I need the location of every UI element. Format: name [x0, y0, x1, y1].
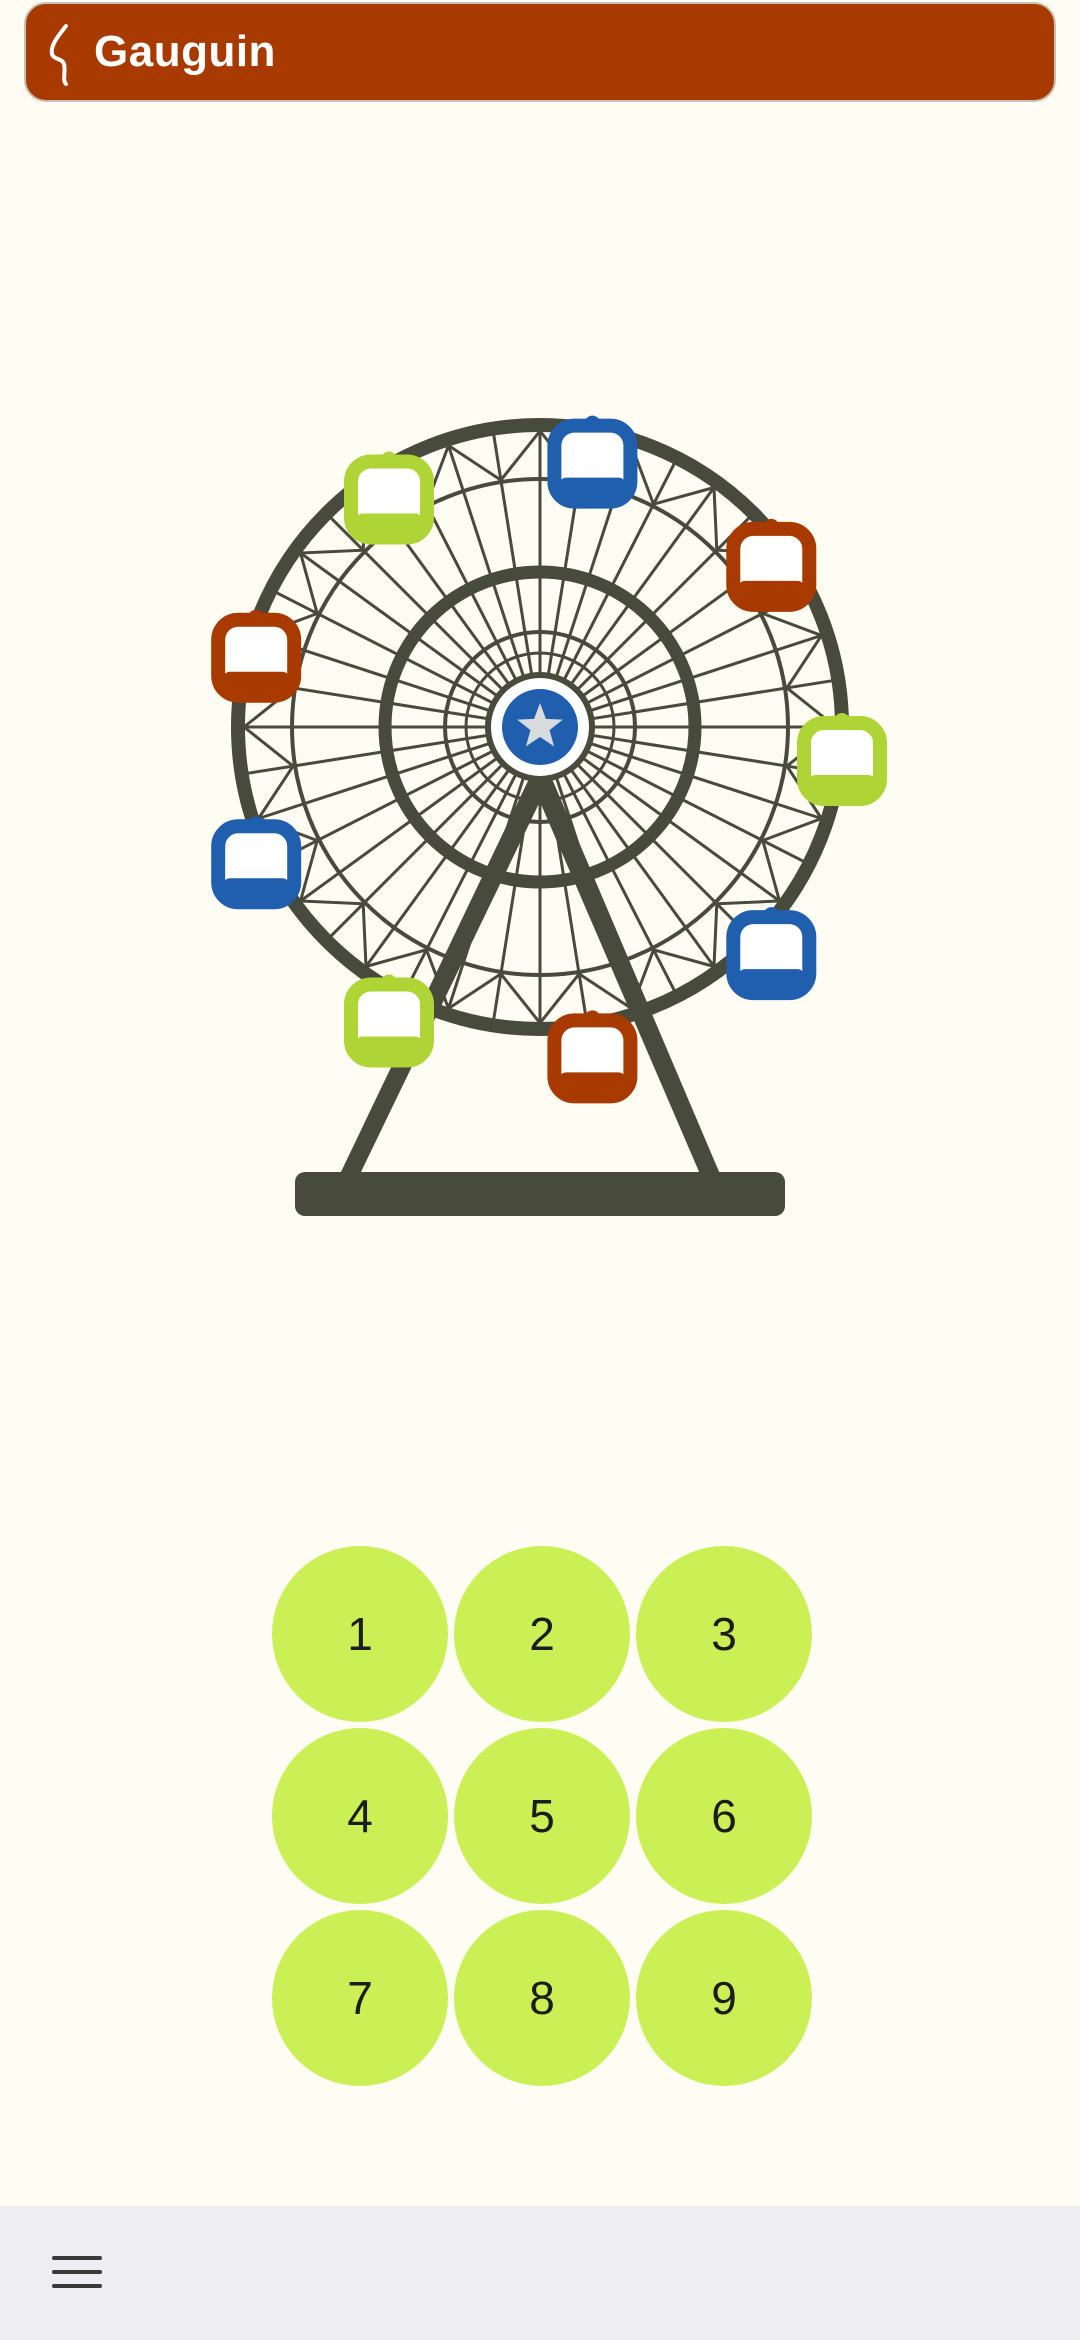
left-support-leg	[340, 760, 560, 1174]
key-7[interactable]: 7	[272, 1910, 448, 2086]
key-8[interactable]: 8	[454, 1910, 630, 2086]
key-1[interactable]: 1	[272, 1546, 448, 1722]
wheel-spoke	[571, 749, 781, 903]
key-5[interactable]: 5	[454, 1728, 630, 1904]
number-keypad: 1 2 3 4 5 6 7 8 9	[272, 1546, 812, 2088]
key-4[interactable]: 4	[272, 1728, 448, 1904]
app-title: Gauguin	[94, 27, 276, 76]
gondola-floor	[558, 477, 627, 498]
key-3[interactable]: 3	[636, 1546, 812, 1722]
wheel-spoke	[567, 516, 751, 700]
key-9[interactable]: 9	[636, 1910, 812, 2086]
wheel-spoke	[329, 516, 513, 700]
gondola-floor	[737, 580, 806, 601]
gondola-floor	[355, 1036, 423, 1057]
gondola-floor	[222, 878, 291, 899]
key-2[interactable]: 2	[454, 1546, 630, 1722]
hamburger-menu-icon[interactable]	[40, 2242, 114, 2302]
wheel-base	[295, 1172, 785, 1216]
right-support-leg	[522, 760, 720, 1174]
wheel-spoke	[562, 486, 716, 696]
gauguin-logo-icon	[40, 18, 88, 88]
app-bar: Gauguin	[24, 2, 1056, 102]
bottom-bar	[0, 2206, 1080, 2340]
ferris-wheel-illustration	[200, 410, 900, 1230]
gondola-floor	[558, 1072, 627, 1093]
key-6[interactable]: 6	[636, 1728, 812, 1904]
gondola-floor	[737, 969, 806, 990]
gondola-floor	[222, 671, 291, 692]
gondola-floor	[808, 775, 876, 795]
wheel-spoke	[299, 551, 509, 705]
gondola-floor	[355, 513, 423, 534]
wheel-spoke	[299, 749, 509, 903]
